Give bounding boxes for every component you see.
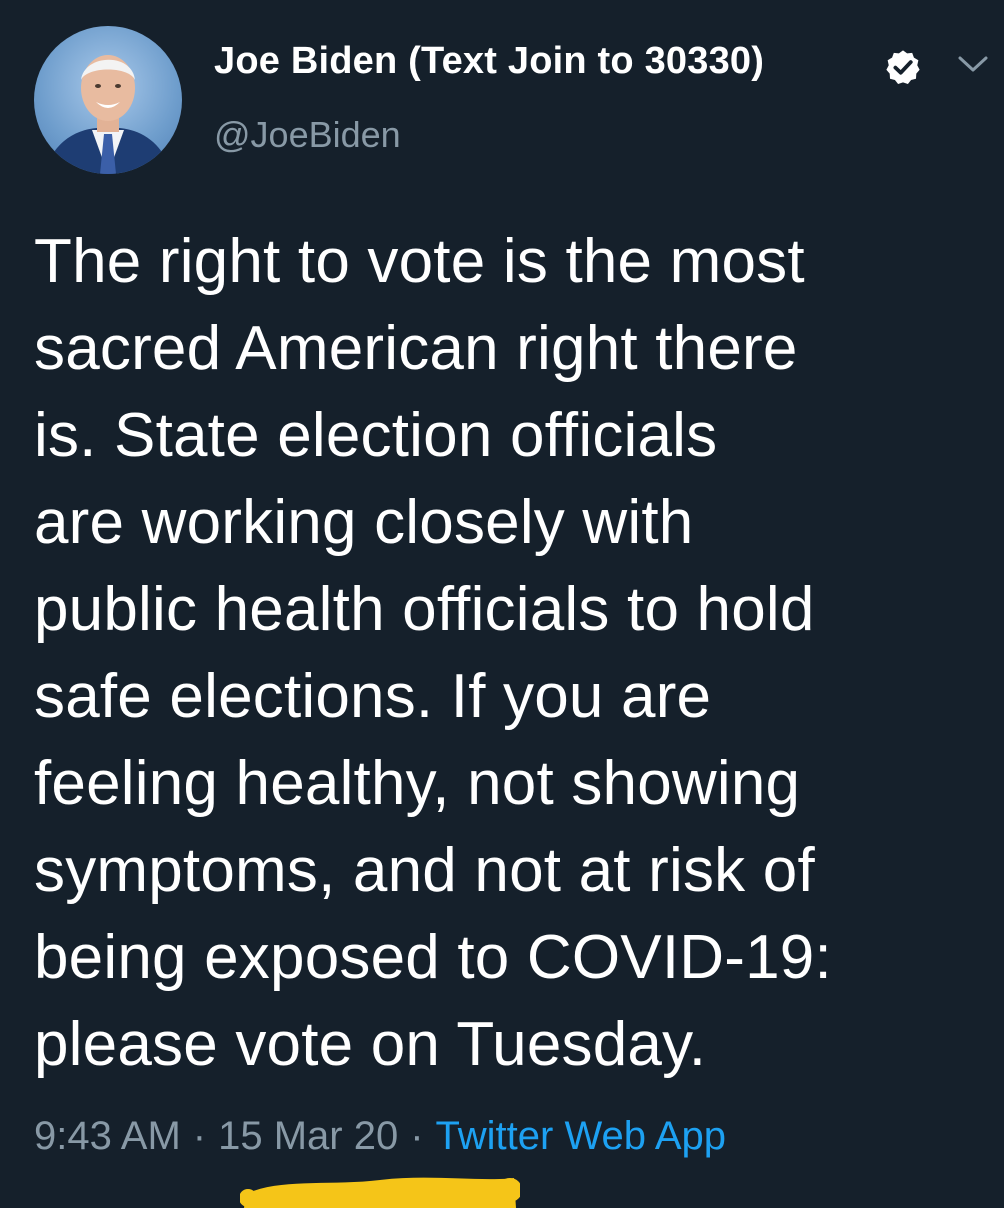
meta-separator: ·: [192, 1114, 207, 1158]
tweet-text-line: sacred American right there: [34, 314, 798, 383]
tweet-source-link[interactable]: Twitter Web App: [436, 1114, 727, 1158]
tweet-text-line: safe elections. If you are: [34, 662, 712, 731]
tweet-meta: 9:43 AM · 15 Mar 20 · Twitter Web App: [34, 1114, 726, 1159]
tweet-text-line: are working closely with: [34, 488, 694, 557]
verified-badge-icon: [886, 50, 920, 84]
author-handle[interactable]: @JoeBiden: [214, 114, 401, 156]
tweet-text-line: being exposed to COVID-19:: [34, 923, 832, 992]
tweet-text-line: is. State election officials: [34, 401, 718, 470]
tweet-time[interactable]: 9:43 AM: [34, 1114, 181, 1158]
chevron-down-icon[interactable]: [956, 52, 990, 76]
tweet-text-line: feeling healthy, not showing: [34, 749, 801, 818]
avatar-photo: [44, 55, 172, 174]
tweet: Joe Biden (Text Join to 30330) @JoeBiden…: [0, 0, 1004, 1208]
meta-separator: ·: [410, 1114, 424, 1158]
tweet-text-line: symptoms, and not at risk of: [34, 836, 815, 905]
tweet-text-line: please vote on Tuesday.: [34, 1010, 707, 1079]
date-highlight-mark: [240, 1177, 520, 1208]
tweet-text-line: The right to vote is the most: [34, 227, 805, 296]
tweet-date[interactable]: 15 Mar 20: [218, 1114, 398, 1158]
author-display-name[interactable]: Joe Biden (Text Join to 30330): [214, 40, 764, 83]
tweet-text-line: public health officials to hold: [34, 575, 815, 644]
avatar[interactable]: [34, 26, 182, 174]
tweet-text: The right to vote is the most sacred Ame…: [34, 218, 964, 1088]
